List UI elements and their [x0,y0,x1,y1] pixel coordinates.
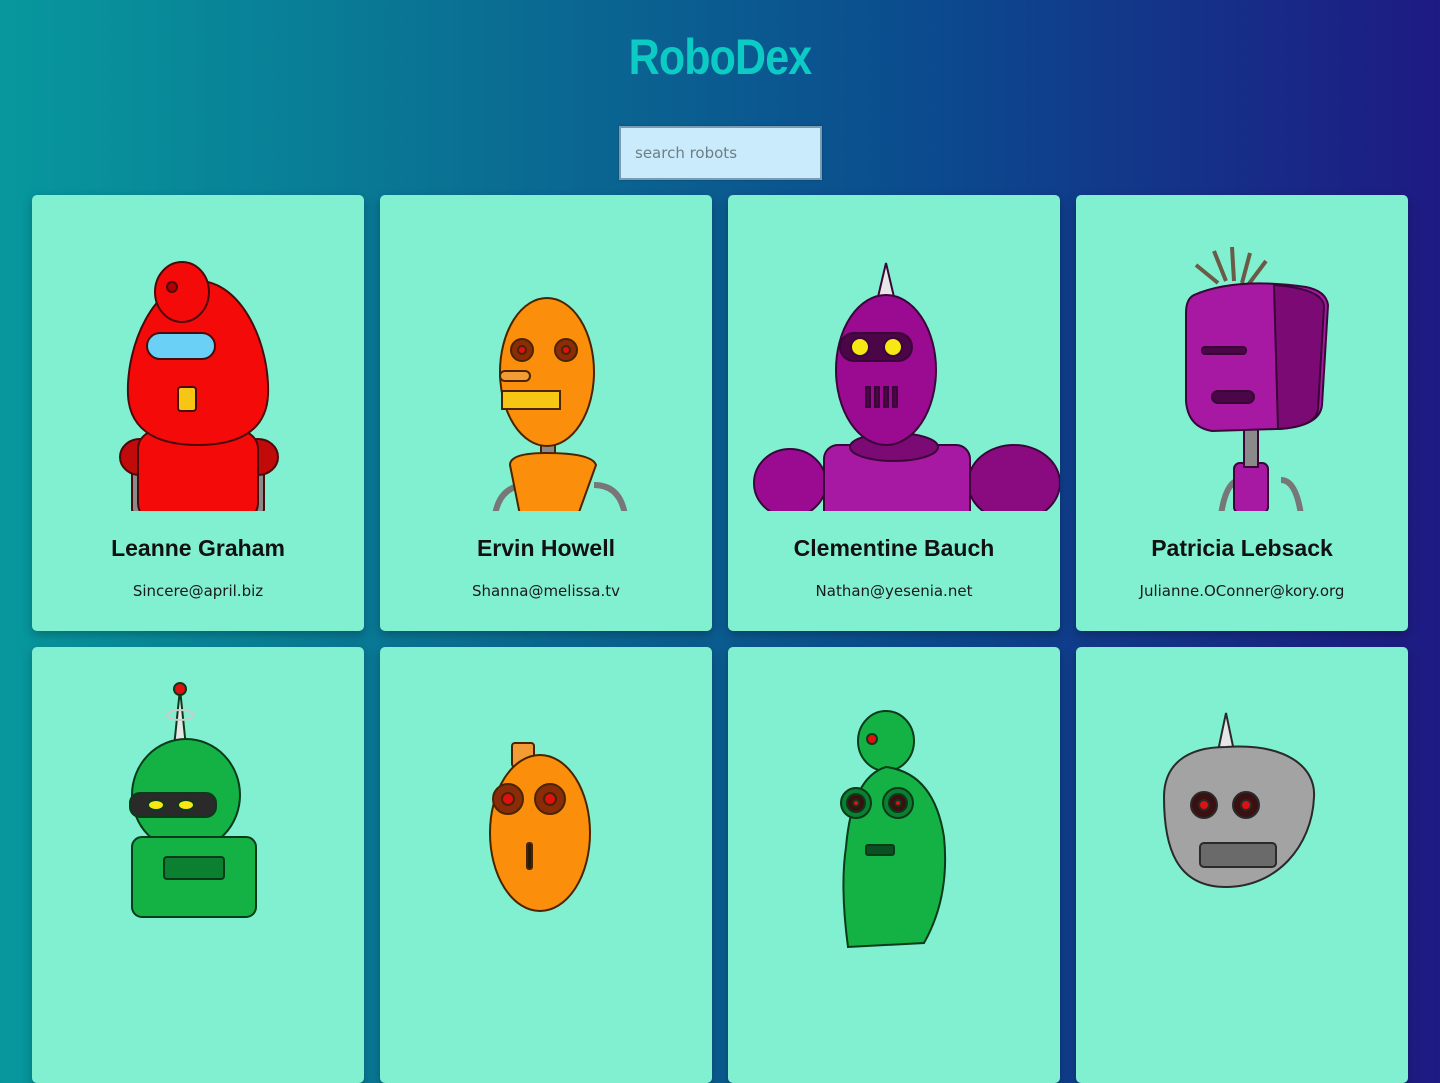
robot-avatar-image [129,682,257,918]
robot-name: Leanne Graham [111,535,285,561]
robot-avatar-image [489,742,591,912]
robot-card[interactable] [380,647,712,1083]
search-input[interactable] [619,126,822,180]
robot-avatar-image [840,710,947,949]
robot-card[interactable]: Ervin Howell Shanna@melissa.tv [380,195,712,631]
robot-avatar-image [119,261,279,511]
robot-card[interactable]: Leanne Graham Sincere@april.biz [32,195,364,631]
app-title: RoboDex [628,29,813,85]
robot-name: Patricia Lebsack [1151,535,1333,561]
robot-card[interactable] [1076,647,1408,1083]
robot-avatar-image [1162,712,1316,889]
robot-email: Sincere@april.biz [132,582,264,600]
robot-avatar-image [492,297,628,511]
robot-card[interactable] [728,647,1060,1083]
robot-email: Shanna@melissa.tv [472,582,620,600]
robot-name: Clementine Bauch [793,535,995,561]
robot-card[interactable] [32,647,364,1083]
robot-email: Julianne.OConner@kory.org [1139,582,1345,600]
robot-email: Nathan@yesenia.net [815,582,973,600]
robot-card[interactable]: Clementine Bauch Nathan@yesenia.net [728,195,1060,631]
robot-name: Ervin Howell [476,535,616,561]
robot-card[interactable]: Patricia Lebsack Julianne.OConner@kory.o… [1076,195,1408,631]
robot-avatar-image [753,262,1060,511]
robot-avatar-image [1185,246,1330,511]
